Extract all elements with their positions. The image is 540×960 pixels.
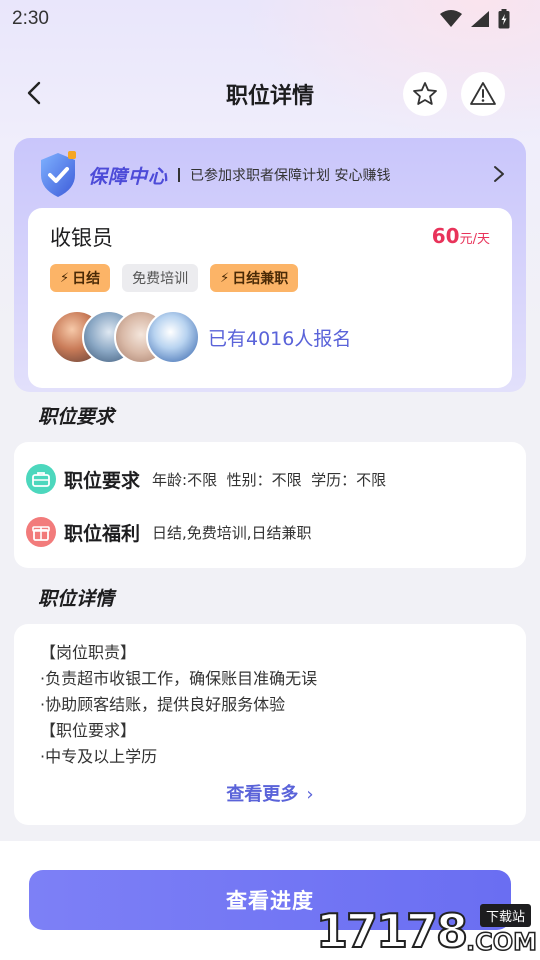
job-tags: ⚡ 日结 免费培训 ⚡ 日结兼职	[50, 264, 299, 292]
applicant-avatars	[50, 310, 200, 366]
section-title-requirements: 职位要求	[38, 406, 115, 428]
benefit-value: 日结,免费培训,日结兼职	[152, 523, 312, 542]
page-title: 职位详情	[225, 84, 314, 109]
guarantee-header: 保障中心 已参加求职者保障计划 安心赚钱	[38, 150, 390, 200]
detail-line: ·负责超市收银工作，确保账目准确无误	[40, 669, 318, 688]
tag-free-training: 免费培训	[122, 264, 199, 292]
tag-label: 免费培训	[132, 271, 189, 287]
watermark-logo: 17178 .COM 下载站	[315, 903, 540, 960]
requirement-row: 职位要求 年龄:不限 性别：不限 学历：不限	[26, 462, 386, 496]
guarantee-title: 保障中心	[88, 165, 169, 188]
tag-label: 日结兼职	[232, 271, 289, 287]
signup-count: 已有4016人报名	[208, 328, 352, 350]
status-time: 2:30	[12, 8, 49, 29]
view-more-link[interactable]: 查看更多 ›	[14, 780, 526, 806]
watermark-badge: 下载站	[480, 904, 532, 927]
guarantee-text: 已参加求职者保障计划 安心赚钱	[190, 168, 391, 184]
shield-check-icon	[41, 151, 76, 197]
job-summary-card: 收银员 60元/天 ⚡ 日结 免费培训 ⚡ 日结兼职 已有4016人报名	[28, 208, 512, 388]
lightning-icon: ⚡	[60, 270, 70, 286]
chevron-right-icon	[494, 166, 504, 182]
status-icons	[440, 9, 510, 29]
chevron-right-icon: ›	[306, 784, 314, 805]
status-bar: 2:30	[0, 0, 540, 38]
guarantee-divider	[178, 168, 181, 182]
details-card: 【岗位职责】 ·负责超市收银工作，确保账目准确无误 ·协助顾客结账，提供良好服务…	[14, 624, 526, 825]
tag-daily-part-time: ⚡ 日结兼职	[210, 264, 299, 292]
requirement-value: 年龄:不限 性别：不限 学历：不限	[152, 470, 387, 489]
requirement-label: 职位要求	[64, 469, 141, 492]
details-text: 【岗位职责】 ·负责超市收银工作，确保账目准确无误 ·协助顾客结账，提供良好服务…	[40, 640, 317, 770]
navigation-bar: 职位详情	[0, 68, 540, 122]
battery-icon	[498, 9, 510, 29]
view-more-label: 查看更多	[226, 784, 299, 805]
report-button[interactable]	[461, 72, 505, 116]
salary-amount: 60	[431, 224, 460, 248]
gift-icon	[26, 517, 56, 547]
wifi-icon	[440, 10, 462, 27]
job-name: 收银员	[50, 226, 113, 250]
watermark-number: 17178	[315, 903, 469, 959]
detail-line: 【职位要求】	[40, 721, 137, 740]
tag-label: 日结	[72, 271, 101, 287]
briefcase-icon	[26, 464, 56, 494]
favorite-button[interactable]	[403, 72, 447, 116]
salary-unit: 元/天	[459, 232, 490, 247]
lightning-icon: ⚡	[220, 270, 230, 286]
section-title-details: 职位详情	[38, 588, 115, 610]
tag-daily-pay: ⚡ 日结	[50, 264, 111, 292]
star-icon	[413, 82, 437, 105]
watermark-domain: .COM	[465, 927, 538, 957]
warning-icon	[470, 82, 496, 105]
avatar	[146, 310, 200, 364]
benefit-label: 职位福利	[64, 522, 141, 545]
cellular-icon	[471, 11, 489, 27]
detail-line: ·中专及以上学历	[40, 747, 158, 766]
requirements-card: 职位要求 年龄:不限 性别：不限 学历：不限 职位福利 日结,免费培训,日结兼职	[14, 442, 526, 568]
benefit-row: 职位福利 日结,免费培训,日结兼职	[26, 515, 312, 549]
detail-line: 【岗位职责】	[40, 643, 137, 662]
detail-line: ·协助顾客结账，提供良好服务体验	[40, 695, 286, 714]
salary: 60元/天	[432, 224, 490, 248]
